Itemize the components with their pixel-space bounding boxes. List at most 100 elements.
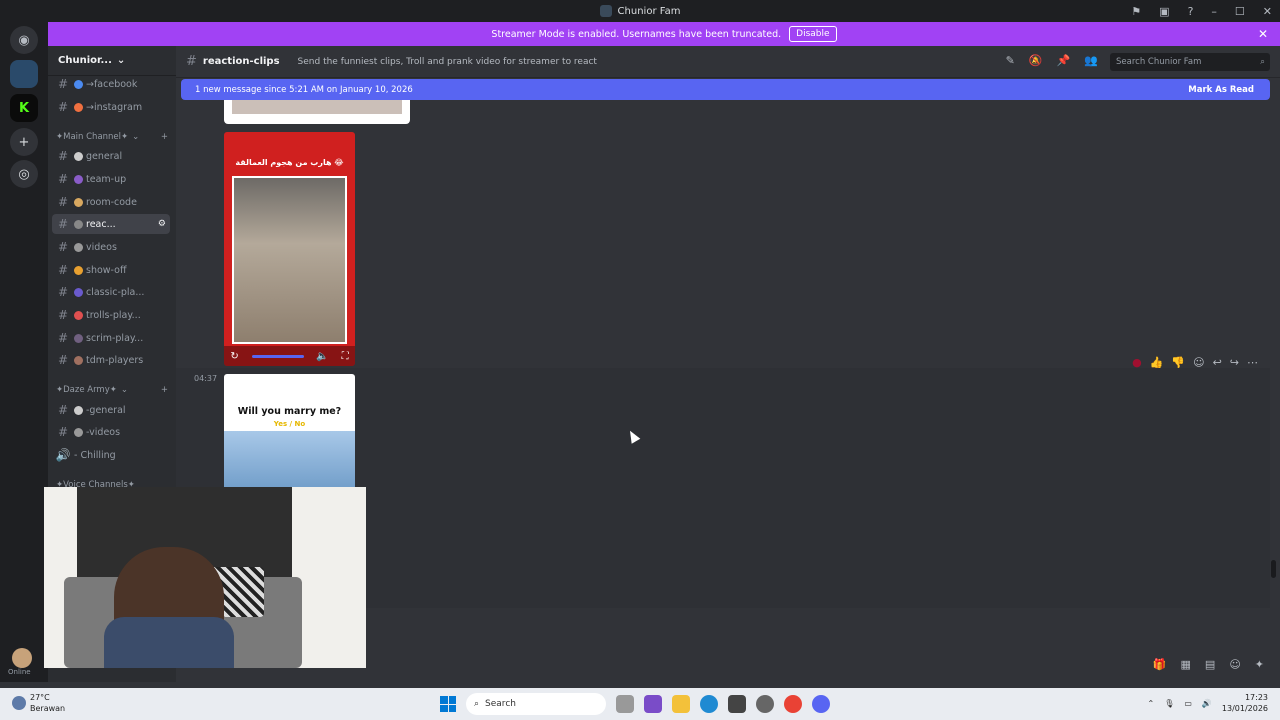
channel-instagram[interactable]: # →instagram [52,97,170,117]
task-view-icon[interactable] [616,695,634,713]
gif-icon[interactable]: ▦ [1181,658,1191,671]
clock[interactable]: 17:23 13/01/2026 [1222,692,1268,714]
discord-icon[interactable] [812,695,830,713]
attachment-question: Will you marry me? [237,406,342,417]
add-channel-icon[interactable]: + [161,385,168,395]
image-attachment[interactable]: Will you marry me? Yes / No [224,374,355,492]
chrome-icon[interactable] [784,695,802,713]
channel-daze-videos[interactable]: # -videos [52,422,170,442]
sticker-icon[interactable]: ▤ [1205,658,1215,671]
thumbs-down-icon[interactable]: 👎 [1171,356,1185,369]
mute-bell-icon[interactable]: 🔕 [1029,54,1043,67]
close-window-button[interactable]: ✕ [1263,5,1272,18]
channel-daze-general[interactable]: # -general [52,400,170,420]
system-tray: ⌃ 🎙 ▭ 🔊 17:23 13/01/2026 [1148,692,1269,714]
channel-classic-players[interactable]: # classic-pla... [52,282,170,302]
channel-show-off[interactable]: # show-off [52,260,170,280]
search-icon: ⌕ [474,699,480,709]
message-actions: ● 👍 👎 ☺ ↩ ↪ ⋯ [1132,356,1258,369]
threads-icon[interactable]: ✎ [1006,54,1015,67]
channel-team-up[interactable]: # team-up [52,169,170,189]
volume-icon[interactable]: 🔈 [316,351,328,362]
channel-trolls-players[interactable]: # trolls-play... [52,305,170,325]
server-icon [599,5,612,17]
add-channel-icon[interactable]: + [161,132,168,142]
microphone-icon[interactable]: 🎙 [1164,699,1174,708]
close-icon[interactable]: ✕ [1258,27,1268,41]
channel-header: # reaction-clips Send the funniest clips… [176,46,1280,78]
category-main-channel[interactable]: ✦Main Channel✦ ⌄ + [56,132,168,142]
taskbar-search[interactable]: ⌕ Search [466,693,606,715]
heart-reaction-icon[interactable]: ● [1132,356,1142,369]
replay-icon[interactable]: ↻ [230,351,238,362]
hash-icon: # [186,54,197,69]
volume-icon[interactable]: 🔊 [1202,699,1212,708]
category-daze-army[interactable]: ✦Daze Army✦ ⌄ + [56,385,168,395]
emoji-icon[interactable]: ☺ [1229,658,1240,671]
video-caption: هارب من هجوم العمالقة 😂 [235,158,344,167]
server-header[interactable]: Chunior... ⌄ [48,46,176,76]
discord-home-icon[interactable]: ◉ [10,26,38,54]
server-list: ◉ K + ◎ [0,22,48,682]
edge-icon[interactable] [700,695,718,713]
fullscreen-icon[interactable]: ⛶ [342,351,349,362]
avatar[interactable] [12,648,32,668]
webcam-overlay [44,487,366,668]
weather-icon [12,696,26,710]
weather-widget[interactable]: 27°C Berawan [12,692,65,714]
flag-icon[interactable]: ⚑ [1131,5,1141,18]
help-icon[interactable]: ? [1188,5,1194,18]
minimize-button[interactable]: – [1211,5,1217,18]
user-status: Online [8,668,31,676]
channel-room-code[interactable]: # room-code [52,192,170,212]
chevron-up-icon[interactable]: ⌃ [1148,699,1155,708]
pin-icon[interactable]: 📌 [1057,54,1071,67]
mark-as-read-button[interactable]: Mark As Read [1188,85,1254,95]
maximize-button[interactable]: ☐ [1235,5,1245,18]
message-timestamp: 04:37 [194,374,218,383]
new-message-bar[interactable]: 1 new message since 5:21 AM on January 1… [181,79,1270,100]
channel-reaction-clips[interactable]: # reac... ⚙ [52,214,170,234]
attachment-answers: Yes / No [273,420,306,428]
search-icon: ⌕ [1260,57,1265,67]
file-explorer-icon[interactable] [672,695,690,713]
server-avatar-k[interactable]: K [10,94,38,122]
forward-icon[interactable]: ↪ [1230,356,1239,369]
channel-tdm-players[interactable]: # tdm-players [52,350,170,370]
gift-icon[interactable]: 🎁 [1153,658,1167,671]
gear-icon[interactable]: ⚙ [158,219,166,229]
channel-general[interactable]: # general [52,146,170,166]
chevron-down-icon: ⌄ [116,55,126,66]
channel-name: reaction-clips [202,56,280,67]
inbox-icon[interactable]: ▣ [1159,5,1169,18]
add-reaction-icon[interactable]: ☺ [1193,356,1204,369]
members-icon[interactable]: 👥 [1084,54,1098,67]
start-button[interactable] [440,696,456,712]
voice-channel-chilling[interactable]: 🔊 - Chilling [52,445,170,465]
channel-scrim-players[interactable]: # scrim-play... [52,328,170,348]
reply-icon[interactable]: ↩ [1213,356,1222,369]
channel-topic: Send the funniest clips, Troll and prank… [297,56,597,67]
banner-text: Streamer Mode is enabled. Usernames have… [491,28,782,40]
copilot-icon[interactable] [644,695,662,713]
more-icon[interactable]: ⋯ [1247,356,1258,369]
channel-videos[interactable]: # videos [52,237,170,257]
add-server-icon[interactable]: + [10,128,38,156]
video-attachment[interactable]: هارب من هجوم العمالقة 😂 ↻ 🔈 ⛶ [224,132,355,366]
search-input[interactable]: Search Chunior Fam ⌕ [1110,53,1270,71]
hash-icon: # [57,100,69,114]
chevron-down-icon: ⌄ [132,132,140,142]
server-avatar-chunior[interactable] [10,60,38,88]
volume-slider[interactable] [251,354,304,358]
steam-icon[interactable] [756,695,774,713]
channel-facebook[interactable]: # →facebook [52,74,170,94]
disable-button[interactable]: Disable [789,26,837,42]
scrollbar[interactable] [1271,560,1276,578]
thumbs-up-icon[interactable]: 👍 [1150,356,1164,369]
apps-icon[interactable]: ✦ [1255,658,1264,671]
explore-icon[interactable]: ◎ [10,160,38,188]
store-icon[interactable] [728,695,746,713]
network-icon[interactable]: ▭ [1184,699,1192,708]
user-panel[interactable]: Online [8,648,48,678]
previous-attachment[interactable] [224,100,410,124]
